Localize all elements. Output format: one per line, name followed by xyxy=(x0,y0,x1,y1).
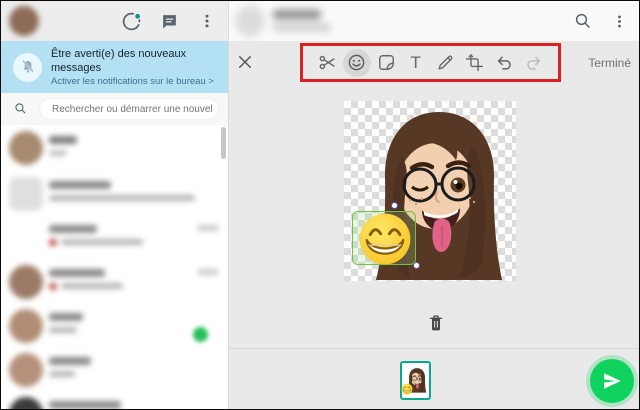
conversation-header xyxy=(229,1,639,41)
editor-canvas[interactable] xyxy=(344,101,516,281)
resize-handle[interactable] xyxy=(413,262,420,269)
search-icon xyxy=(14,102,27,120)
avatar[interactable] xyxy=(9,6,39,36)
rotate-handle[interactable] xyxy=(391,202,398,209)
banner-title: Être averti(e) des nouveaux messages xyxy=(51,47,187,74)
menu-kebab-icon[interactable] xyxy=(608,10,630,32)
sidebar-header xyxy=(1,1,228,41)
bell-muted-icon xyxy=(13,52,42,82)
chat-list xyxy=(1,125,228,409)
unread-badge xyxy=(193,327,208,342)
emoji-tool-icon[interactable] xyxy=(342,48,371,77)
sticker-tool-icon[interactable] xyxy=(372,49,400,77)
search-input[interactable] xyxy=(52,99,212,119)
sidebar-scrollbar[interactable] xyxy=(221,127,226,159)
new-chat-icon[interactable] xyxy=(158,10,180,32)
close-icon[interactable] xyxy=(236,53,254,71)
grinning-emoji-sticker[interactable] xyxy=(357,211,413,267)
list-item[interactable] xyxy=(1,305,228,349)
sidebar: Être averti(e) des nouveaux messages Act… xyxy=(1,1,228,409)
thumbnail-emoji xyxy=(401,383,413,395)
send-button[interactable] xyxy=(590,359,634,403)
crop-rotate-icon[interactable] xyxy=(461,49,489,77)
editor-toolbar: T Terminé xyxy=(229,41,639,85)
list-item[interactable] xyxy=(1,393,228,409)
divider xyxy=(229,348,639,349)
main-panel: T Terminé xyxy=(228,1,639,409)
notifications-banner[interactable]: Être averti(e) des nouveaux messages Act… xyxy=(1,41,228,93)
send-icon xyxy=(604,373,621,389)
banner-subtitle[interactable]: Activer les notifications sur le bureau … xyxy=(51,76,228,88)
draw-pencil-icon[interactable] xyxy=(431,49,459,77)
list-item[interactable] xyxy=(1,127,228,171)
contact-avatar xyxy=(235,5,265,37)
trash-icon[interactable] xyxy=(425,311,447,335)
list-item[interactable] xyxy=(1,261,228,305)
cut-scissors-icon[interactable] xyxy=(313,49,341,77)
contact-info-blurred[interactable] xyxy=(233,3,333,39)
status-icon[interactable] xyxy=(120,10,142,32)
attachment-thumbnail[interactable] xyxy=(400,361,431,400)
list-item[interactable] xyxy=(1,173,228,217)
done-button[interactable]: Terminé xyxy=(588,41,631,85)
emoji-sticker-selection[interactable] xyxy=(352,202,420,269)
undo-icon[interactable] xyxy=(490,49,518,77)
search-icon[interactable] xyxy=(572,10,594,32)
search-row xyxy=(1,93,228,125)
list-item[interactable] xyxy=(1,349,228,393)
list-item[interactable] xyxy=(1,217,228,261)
whatsapp-web-window: Être averti(e) des nouveaux messages Act… xyxy=(0,0,640,410)
toolbar-highlight-frame: T xyxy=(300,43,561,82)
redo-icon[interactable] xyxy=(520,49,548,77)
menu-kebab-icon[interactable] xyxy=(196,10,218,32)
text-tool-icon[interactable]: T xyxy=(402,49,430,77)
